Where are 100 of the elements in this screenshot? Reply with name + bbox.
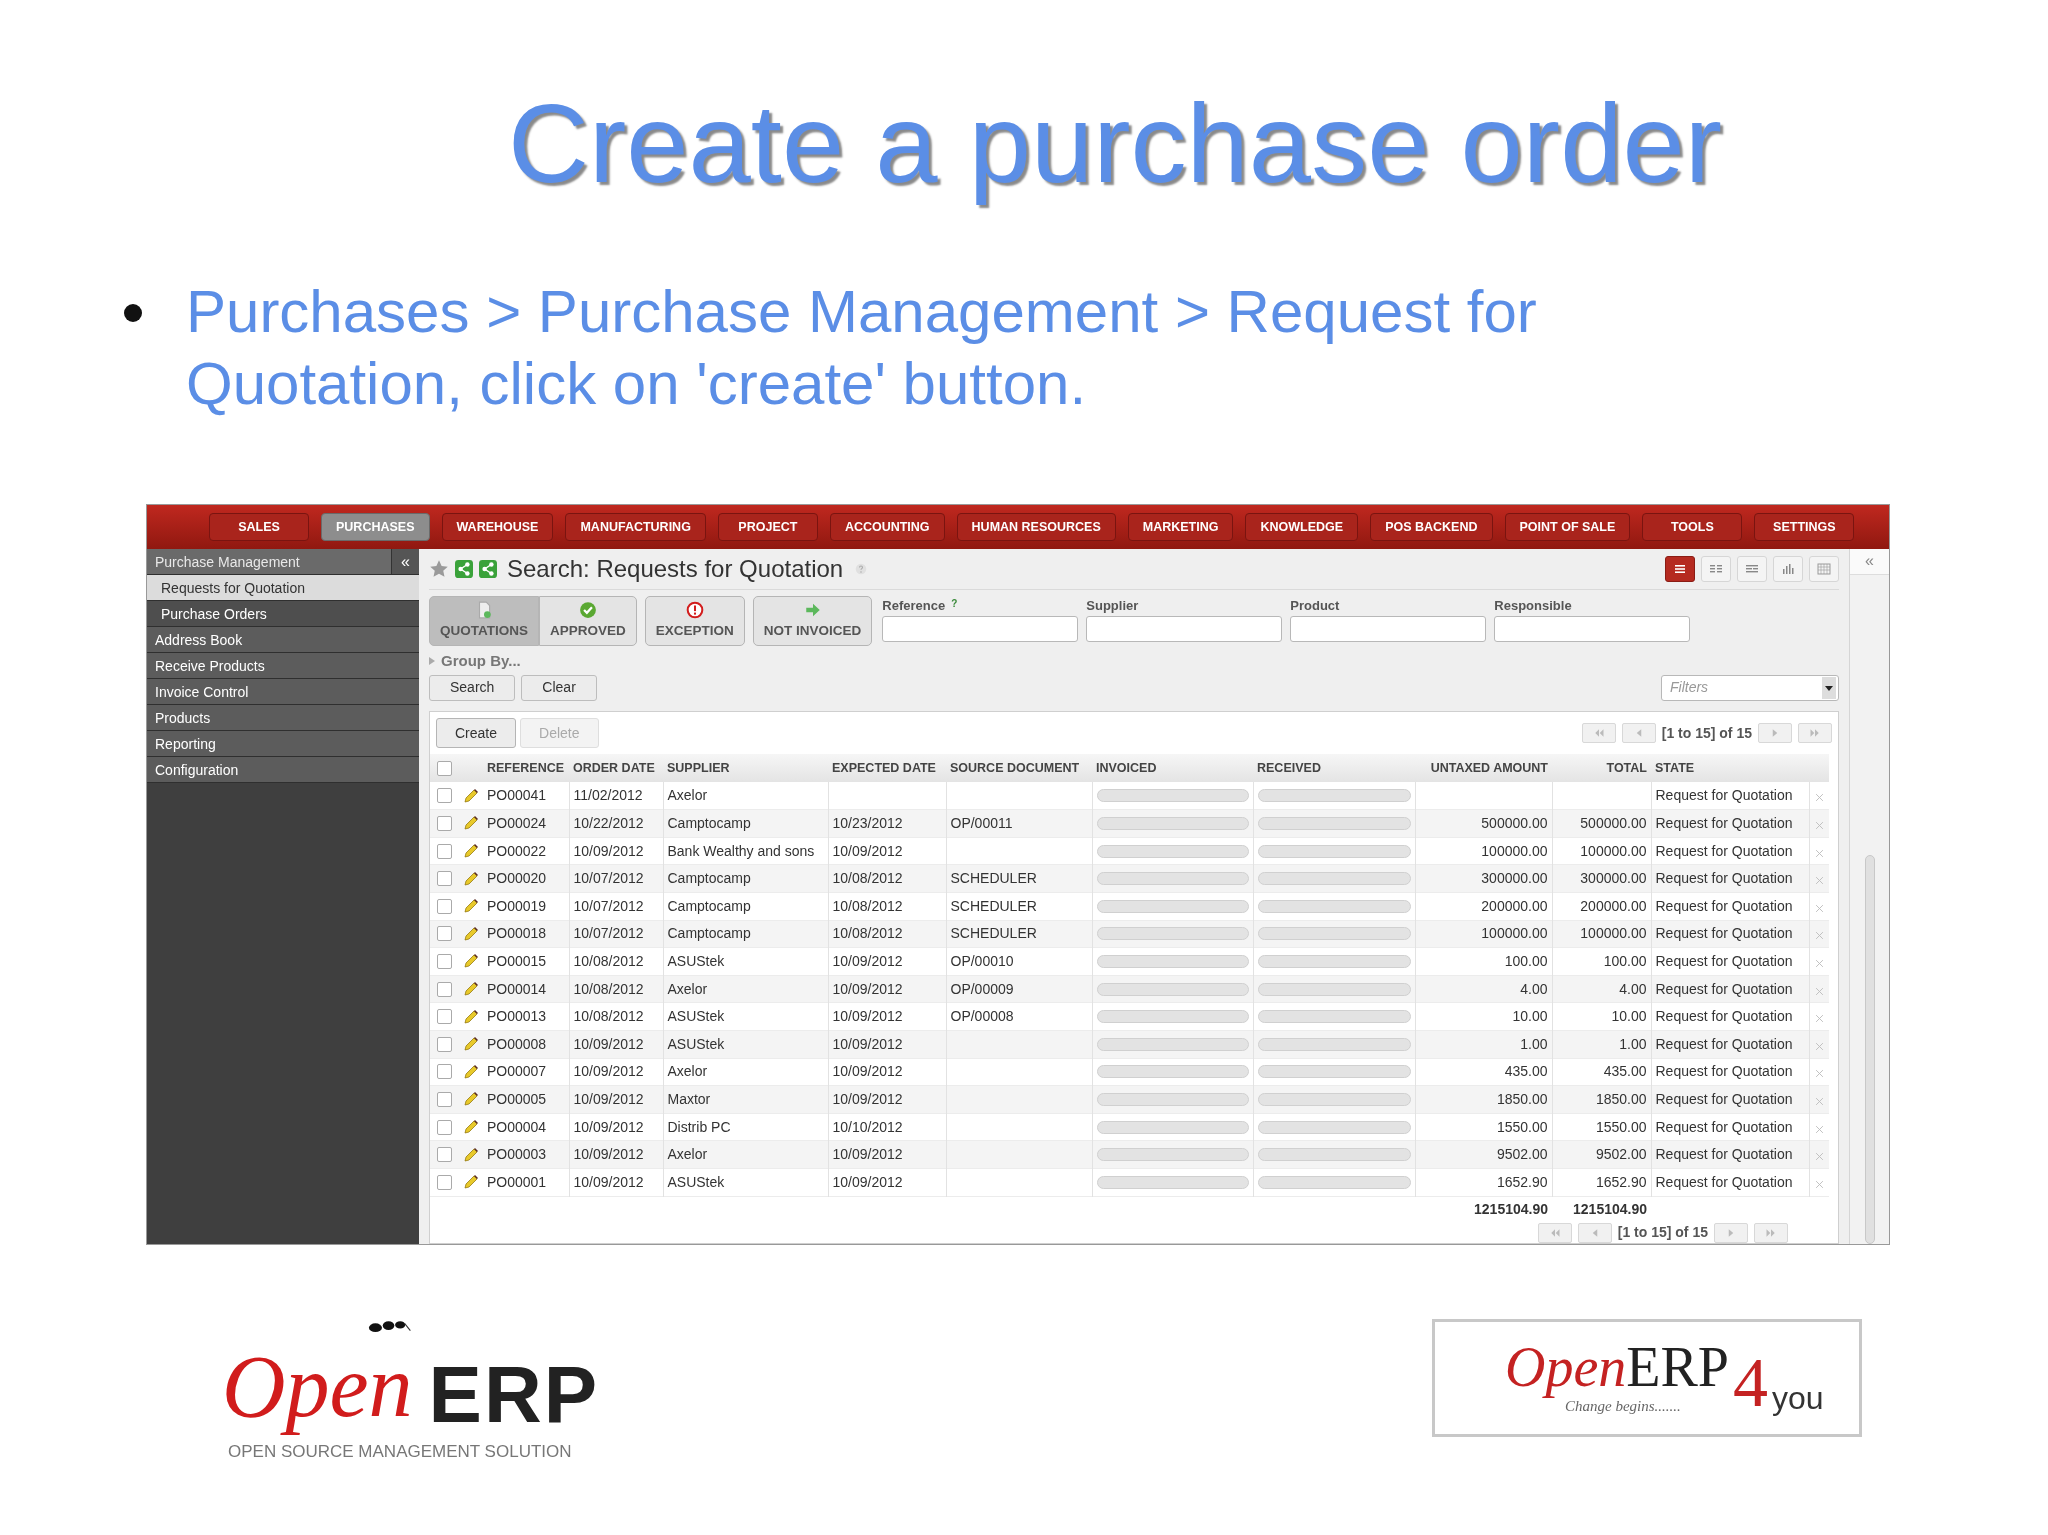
table-cell: Bank Wealthy and sons xyxy=(667,842,815,859)
table-cell: Request for Quotation xyxy=(1655,1173,1793,1190)
text-field[interactable] xyxy=(1494,615,1691,642)
pager-button[interactable] xyxy=(1714,1222,1748,1243)
pager-button[interactable] xyxy=(1798,723,1832,744)
table-cell: SCHEDULER xyxy=(950,870,1037,887)
column-header[interactable]: EXPECTED DATE xyxy=(828,754,946,783)
pager-button[interactable] xyxy=(1758,723,1792,744)
checkbox[interactable] xyxy=(437,871,452,887)
checkbox[interactable] xyxy=(437,898,452,914)
filter-button[interactable]: EXCEPTION xyxy=(644,595,745,646)
checkbox[interactable] xyxy=(437,926,452,942)
table-cell: 300000.00 xyxy=(1481,870,1548,887)
sidebar-item[interactable]: Products xyxy=(147,705,419,731)
table-cell: 4.00 xyxy=(1619,980,1647,997)
table-cell: Axelor xyxy=(667,1063,708,1080)
table-cell: 10/09/2012 xyxy=(573,1063,644,1080)
table-cell: 10/09/2012 xyxy=(832,980,903,997)
table-cell: 1850.00 xyxy=(1496,1090,1548,1107)
column-header[interactable]: UNTAXED AMOUNT xyxy=(1415,754,1552,783)
sidebar-header[interactable]: Purchase Management xyxy=(147,549,391,574)
column-header[interactable]: STATE xyxy=(1651,754,1809,783)
sidebar-item[interactable]: Purchase Orders xyxy=(147,601,419,627)
table-cell: 300000.00 xyxy=(1580,870,1647,887)
sidebar-item[interactable]: Address Book xyxy=(147,627,419,653)
pager-button[interactable] xyxy=(1577,1222,1612,1243)
menu-tab[interactable]: MANUFACTURING xyxy=(565,513,706,541)
column-header[interactable]: SUPPLIER xyxy=(663,754,828,783)
scrollbar[interactable] xyxy=(1864,854,1875,1244)
checkbox[interactable] xyxy=(437,953,452,969)
filter-button[interactable]: NOT INVOICED xyxy=(752,595,873,646)
checkbox[interactable] xyxy=(437,1009,452,1025)
table-cell: 10/07/2012 xyxy=(573,925,644,942)
delete-icon xyxy=(1814,931,1824,941)
text-field[interactable] xyxy=(1290,615,1487,642)
table-cell: ASUStek xyxy=(667,1008,725,1025)
checkbox[interactable] xyxy=(437,816,452,831)
text-field[interactable] xyxy=(882,615,1079,642)
checkbox[interactable] xyxy=(437,760,452,776)
menu-tab[interactable]: KNOWLEDGE xyxy=(1245,513,1359,541)
text-field[interactable] xyxy=(1086,615,1283,642)
delete-icon xyxy=(1814,903,1824,913)
panel-toggle-button[interactable]: « xyxy=(1850,549,1889,575)
column-header[interactable]: SOURCE DOCUMENT xyxy=(946,754,1092,783)
checkbox[interactable] xyxy=(437,788,452,804)
menu-tab[interactable]: SETTINGS xyxy=(1754,513,1855,541)
checkbox[interactable] xyxy=(437,1064,452,1080)
column-header[interactable]: RECEIVED xyxy=(1253,754,1415,783)
menu-tab[interactable]: TOOLS xyxy=(1642,513,1743,541)
checkbox[interactable] xyxy=(437,843,452,859)
sidebar-item[interactable]: Invoice Control xyxy=(147,679,419,705)
menu-tab[interactable]: POS BACKEND xyxy=(1370,513,1493,541)
table-cell: 10/09/2012 xyxy=(573,1090,644,1107)
column-header[interactable]: TOTAL xyxy=(1552,754,1651,783)
checkbox[interactable] xyxy=(437,1174,452,1190)
table-cell: SCHEDULER xyxy=(950,897,1037,914)
checkbox[interactable] xyxy=(437,1036,452,1052)
list-button[interactable]: Create xyxy=(436,718,517,749)
checkbox[interactable] xyxy=(437,981,452,997)
slide-title: Create a purchase order xyxy=(508,84,1722,204)
menu-tab[interactable]: WAREHOUSE xyxy=(441,513,554,541)
column-header[interactable]: REFERENCE xyxy=(483,754,569,783)
sidebar-item[interactable]: Receive Products xyxy=(147,653,419,679)
table-cell: 200000.00 xyxy=(1580,897,1647,914)
column-header[interactable]: INVOICED xyxy=(1092,754,1253,783)
table-cell: OP/00011 xyxy=(950,815,1013,831)
action-button[interactable]: Search xyxy=(429,674,516,701)
group-by-label[interactable]: Group By... xyxy=(441,649,521,673)
sidebar-item[interactable]: Reporting xyxy=(147,731,419,757)
pager-button[interactable] xyxy=(1537,1222,1572,1243)
table-cell: OP/00010 xyxy=(950,952,1014,969)
sidebar-item[interactable]: Configuration xyxy=(147,757,419,783)
menu-tab[interactable]: PROJECT xyxy=(717,513,818,541)
pencil-icon xyxy=(463,981,479,998)
action-button[interactable]: Clear xyxy=(521,674,597,701)
pencil-icon xyxy=(463,898,479,915)
checkbox[interactable] xyxy=(437,1091,452,1107)
filter-button[interactable]: APPROVED xyxy=(539,595,637,646)
table-cell: Request for Quotation xyxy=(1655,980,1793,997)
pager-button[interactable] xyxy=(1621,723,1656,744)
sidebar-item[interactable]: Requests for Quotation xyxy=(147,575,419,601)
delete-icon xyxy=(1814,848,1824,858)
menu-tab[interactable]: HUMAN RESOURCES xyxy=(956,513,1116,541)
pager-button[interactable] xyxy=(1754,1222,1788,1243)
menu-tab[interactable]: SALES xyxy=(209,513,309,541)
checkbox[interactable] xyxy=(437,1147,452,1163)
table-cell: 10/08/2012 xyxy=(573,1008,644,1025)
pager-button[interactable] xyxy=(1581,723,1616,744)
pencil-icon xyxy=(463,843,479,860)
collapse-button[interactable]: « xyxy=(391,549,419,574)
checkbox[interactable] xyxy=(437,1119,452,1135)
menu-tab[interactable]: POINT OF SALE xyxy=(1504,513,1631,541)
menu-tab[interactable]: ACCOUNTING xyxy=(829,513,945,541)
menu-tab[interactable]: MARKETING xyxy=(1127,513,1234,541)
filter-button[interactable]: QUOTATIONS xyxy=(429,595,539,646)
table-cell: 100000.00 xyxy=(1481,842,1548,859)
view-switch-button[interactable] xyxy=(1665,555,1695,582)
column-header[interactable]: ORDER DATE xyxy=(569,754,663,783)
table-cell: 10.00 xyxy=(1611,1008,1647,1025)
table-cell: Request for Quotation xyxy=(1655,870,1793,887)
